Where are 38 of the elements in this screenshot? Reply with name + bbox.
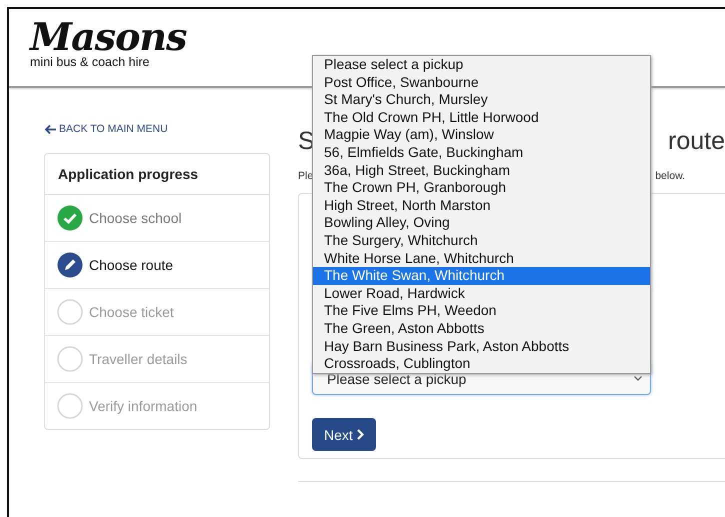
dropdown-option[interactable]: Magpie Way (am), Winslow bbox=[313, 126, 650, 144]
dropdown-option[interactable]: The Old Crown PH, Little Horwood bbox=[313, 108, 650, 126]
page-heading: route bbox=[668, 126, 725, 156]
dropdown-option[interactable]: The Surgery, Whitchurch bbox=[313, 232, 650, 250]
chevron-right-icon bbox=[356, 429, 364, 440]
intro-text: Ple bbox=[298, 170, 314, 182]
dropdown-option[interactable]: Please select a pickup bbox=[313, 56, 650, 74]
dropdown-option[interactable]: Bowling Alley, Oving bbox=[313, 214, 650, 232]
chevron-down-icon bbox=[634, 376, 642, 381]
empty-circle-icon bbox=[57, 393, 83, 419]
progress-step-label: Choose route bbox=[89, 257, 174, 273]
dropdown-option[interactable]: St Mary's Church, Mursley bbox=[313, 91, 650, 109]
dropdown-option[interactable]: 56, Elmfields Gate, Buckingham bbox=[313, 144, 650, 162]
dropdown-option[interactable]: Hay Barn Business Park, Aston Abbotts bbox=[313, 338, 650, 356]
progress-title: Application progress bbox=[45, 154, 269, 195]
back-link[interactable]: BACK TO MAIN MENU bbox=[45, 123, 168, 135]
dropdown-option[interactable]: The Crown PH, Granborough bbox=[313, 179, 650, 197]
empty-circle-icon bbox=[57, 299, 83, 325]
progress-step-label: Verify information bbox=[89, 398, 198, 414]
dropdown-option[interactable]: The Five Elms PH, Weedon bbox=[313, 302, 650, 320]
dropdown-option[interactable]: 36a, High Street, Buckingham bbox=[313, 162, 650, 180]
logo-wordmark: Masons bbox=[30, 19, 186, 55]
progress-step-label: Choose school bbox=[89, 210, 182, 226]
intro-text: below. bbox=[655, 170, 685, 182]
pencil-circle-icon bbox=[57, 252, 83, 278]
next-button[interactable]: Next bbox=[312, 418, 376, 451]
check-circle-icon bbox=[57, 205, 83, 231]
progress-step-label: Traveller details bbox=[89, 351, 188, 367]
dropdown-option[interactable]: White Horse Lane, Whitchurch bbox=[313, 250, 650, 268]
logo-tagline: mini bus & coach hire bbox=[30, 55, 151, 69]
progress-step-label: Choose ticket bbox=[89, 304, 174, 320]
empty-circle-icon bbox=[57, 346, 83, 372]
dropdown-option[interactable]: The Green, Aston Abbotts bbox=[313, 320, 650, 338]
dropdown-option[interactable]: Post Office, Swanbourne bbox=[313, 74, 650, 92]
dropdown-option[interactable]: High Street, North Marston bbox=[313, 196, 650, 214]
arrow-left-icon bbox=[45, 124, 56, 134]
dropdown-option[interactable]: The White Swan, Whitchurch bbox=[313, 267, 650, 285]
dropdown-option[interactable]: Lower Road, Hardwick bbox=[313, 284, 650, 302]
